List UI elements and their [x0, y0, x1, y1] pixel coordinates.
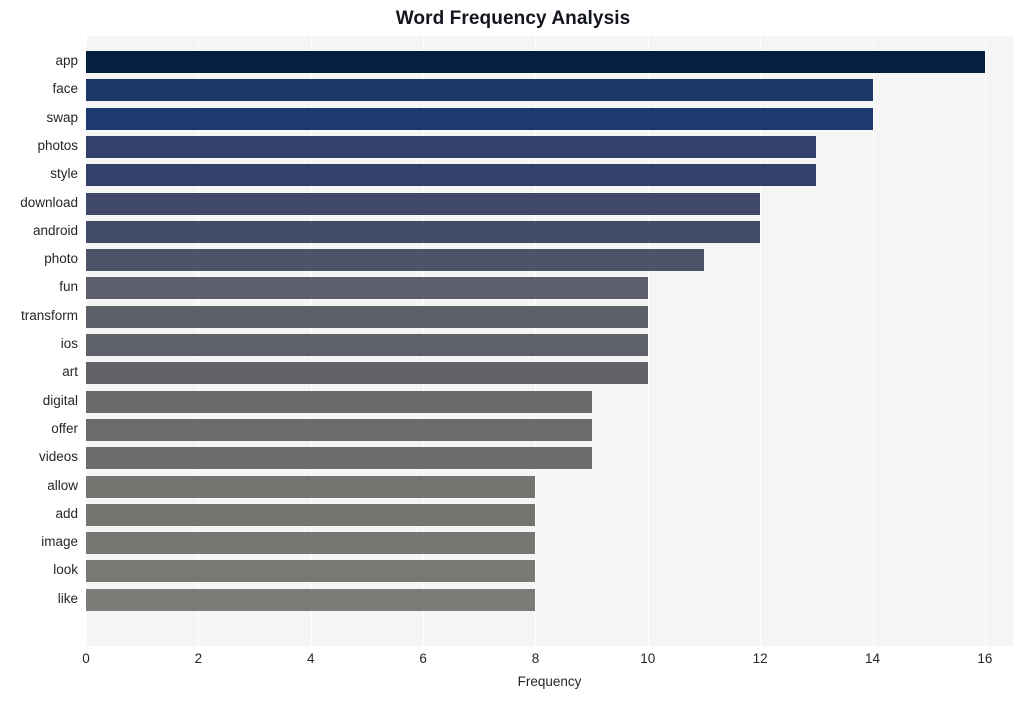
y-tick-label-photos: photos: [37, 137, 78, 153]
y-tick-label-art: art: [62, 364, 78, 380]
bar-row: [86, 79, 1013, 102]
y-tick-label-swap: swap: [46, 109, 78, 125]
bar-look: [86, 560, 536, 583]
y-tick-label-digital: digital: [42, 392, 78, 408]
bar-app: [86, 51, 985, 73]
x-tick-label-8: 8: [531, 651, 540, 666]
bar-row: [86, 249, 1013, 272]
y-tick-label-fun: fun: [59, 279, 78, 295]
y-tick-label-photo: photo: [44, 251, 78, 267]
bar-photos: [86, 135, 817, 158]
y-tick-label-style: style: [50, 166, 78, 182]
y-tick-label-android: android: [32, 222, 78, 238]
x-tick-label-4: 4: [306, 651, 315, 666]
x-tick-label-2: 2: [194, 651, 203, 666]
y-axis-tick-labels: app face swap photos style download android pho…: [0, 36, 78, 646]
x-tick-label-12: 12: [752, 651, 768, 666]
bar-face: [86, 79, 873, 102]
bar-row: [86, 503, 1013, 526]
bar-row: [86, 220, 1013, 243]
bar-row: [86, 447, 1013, 470]
y-tick-label-app: app: [55, 53, 78, 68]
bar-add: [86, 503, 536, 526]
x-axis-tick-labels: 0 2 4 6 8 10 12 14 16: [0, 651, 1026, 673]
y-tick-label-face: face: [52, 81, 78, 97]
bar-row: [86, 334, 1013, 356]
bar-row: [86, 135, 1013, 158]
y-tick-label-offer: offer: [51, 420, 78, 436]
bar-row: [86, 362, 1013, 385]
bar-image: [86, 532, 536, 555]
bars-layer: [86, 36, 1013, 646]
y-tick-label-like: like: [57, 590, 78, 606]
bar-row: [86, 390, 1013, 413]
bar-videos: [86, 447, 592, 470]
bar-allow: [86, 475, 536, 498]
bar-art: [86, 362, 648, 385]
bar-android: [86, 220, 761, 243]
bar-row: [86, 277, 1013, 300]
bar-row: [86, 532, 1013, 555]
bar-row: [86, 305, 1013, 328]
y-tick-label-ios: ios: [60, 336, 78, 351]
y-tick-label-allow: allow: [47, 477, 78, 493]
bar-transform: [86, 305, 648, 328]
y-tick-label-download: download: [20, 194, 78, 210]
bar-row: [86, 418, 1013, 441]
y-tick-label-transform: transform: [20, 307, 78, 323]
x-tick-label-6: 6: [419, 651, 427, 666]
bar-style: [86, 164, 817, 187]
bar-row: [86, 51, 1013, 73]
bar-row: [86, 164, 1013, 187]
bar-download: [86, 192, 761, 215]
x-tick-label-16: 16: [977, 651, 993, 666]
chart-title: Word Frequency Analysis: [395, 8, 631, 29]
bar-row: [86, 560, 1013, 583]
x-axis-title: Frequency: [517, 674, 582, 689]
bar-ios: [86, 334, 648, 356]
bar-offer: [86, 418, 592, 441]
plot-area: [86, 36, 1013, 646]
bar-swap: [86, 107, 873, 130]
bar-digital: [86, 390, 592, 413]
bar-row: [86, 192, 1013, 215]
y-tick-label-videos: videos: [38, 449, 78, 465]
y-tick-label-image: image: [41, 534, 78, 550]
y-tick-label-add: add: [55, 505, 78, 521]
bar-row: [86, 588, 1013, 611]
word-frequency-bar-chart: Word Frequency Analysis app face swap photo…: [0, 0, 1026, 701]
y-tick-label-look: look: [53, 562, 78, 578]
bar-row: [86, 475, 1013, 498]
bar-like: [86, 588, 536, 611]
bar-photo: [86, 249, 704, 272]
x-tick-label-0: 0: [82, 651, 90, 666]
x-tick-label-10: 10: [640, 651, 656, 666]
bar-fun: [86, 277, 648, 300]
bar-row: [86, 107, 1013, 130]
x-tick-label-14: 14: [865, 651, 881, 666]
